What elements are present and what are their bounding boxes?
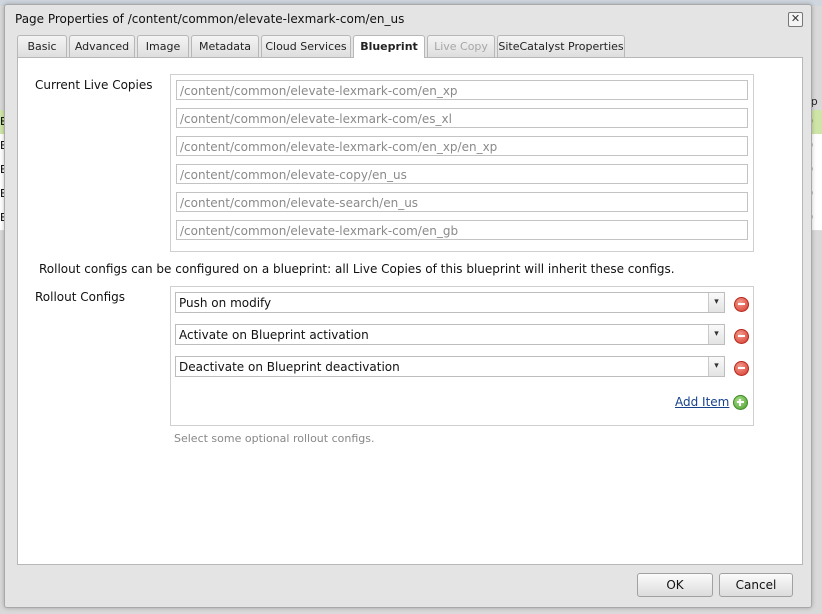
remove-icon[interactable] — [734, 329, 749, 344]
rollout-config-value: Deactivate on Blueprint deactivation — [179, 360, 400, 374]
live-copy-path: /content/common/elevate-lexmark-com/en_g… — [176, 220, 748, 240]
tab-metadata[interactable]: Metadata — [191, 35, 259, 57]
rollout-configs-list: Push on modify ▾ Activate on Blueprint a… — [170, 286, 754, 426]
rollout-configs-label: Rollout Configs — [35, 290, 126, 304]
rollout-config-select[interactable]: Push on modify ▾ — [175, 292, 725, 313]
tab-cloud-services[interactable]: Cloud Services — [261, 35, 351, 57]
tab-sitecatalyst-properties[interactable]: SiteCatalyst Properties — [497, 35, 625, 57]
remove-icon[interactable] — [734, 361, 749, 376]
rollout-config-select[interactable]: Deactivate on Blueprint deactivation ▾ — [175, 356, 725, 377]
dialog-title: Page Properties of /content/common/eleva… — [15, 12, 405, 26]
chevron-down-icon[interactable]: ▾ — [708, 293, 724, 312]
blueprint-panel: Current Live Copies /content/common/elev… — [17, 57, 803, 565]
live-copies-label: Current Live Copies — [35, 78, 153, 92]
rollout-config-select[interactable]: Activate on Blueprint activation ▾ — [175, 324, 725, 345]
close-icon[interactable]: ✕ — [788, 12, 803, 27]
tab-image[interactable]: Image — [137, 35, 189, 57]
live-copies-list: /content/common/elevate-lexmark-com/en_x… — [170, 74, 754, 252]
live-copy-path: /content/common/elevate-lexmark-com/en_x… — [176, 80, 748, 100]
tab-advanced[interactable]: Advanced — [69, 35, 135, 57]
rollout-note: Rollout configs can be configured on a b… — [39, 262, 675, 276]
live-copy-path: /content/common/elevate-lexmark-com/en_x… — [176, 136, 748, 156]
chevron-down-icon[interactable]: ▾ — [708, 325, 724, 344]
tab-basic[interactable]: Basic — [17, 35, 67, 57]
tab-blueprint[interactable]: Blueprint — [353, 35, 425, 58]
cancel-button[interactable]: Cancel — [719, 573, 793, 597]
rollout-config-value: Activate on Blueprint activation — [179, 328, 369, 342]
add-icon[interactable] — [733, 395, 748, 410]
tab-live-copy: Live Copy — [427, 35, 495, 57]
chevron-down-icon[interactable]: ▾ — [708, 357, 724, 376]
live-copy-path: /content/common/elevate-copy/en_us — [176, 164, 748, 184]
live-copy-path: /content/common/elevate-search/en_us — [176, 192, 748, 212]
live-copy-path: /content/common/elevate-lexmark-com/es_x… — [176, 108, 748, 128]
ok-button[interactable]: OK — [637, 573, 713, 597]
page-properties-dialog: Page Properties of /content/common/eleva… — [4, 4, 812, 608]
remove-icon[interactable] — [734, 297, 749, 312]
rollout-configs-hint: Select some optional rollout configs. — [174, 432, 375, 445]
add-item-link[interactable]: Add Item — [675, 395, 729, 409]
rollout-config-value: Push on modify — [179, 296, 272, 310]
